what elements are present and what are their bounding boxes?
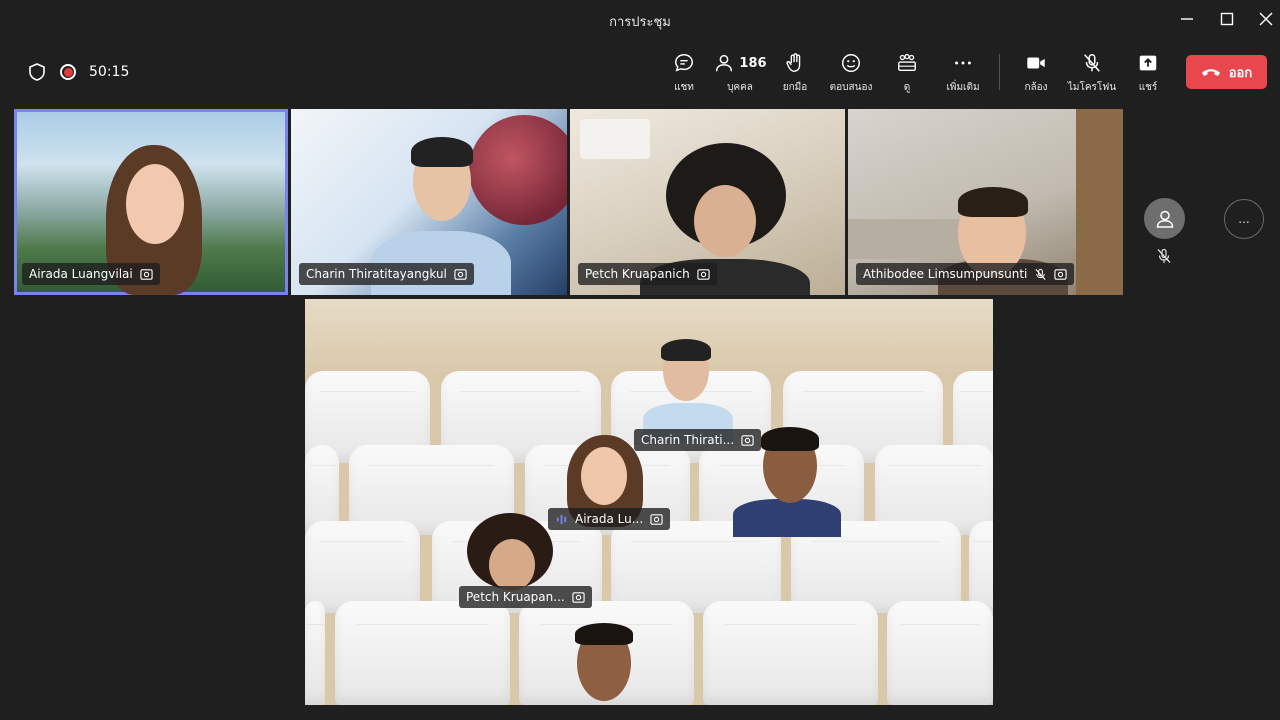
participant-avatar[interactable] [1144, 198, 1185, 239]
camera-button[interactable]: กล้อง [1008, 50, 1064, 95]
name-tag: Athibodee Limsumpunsunti [856, 263, 1075, 285]
toolbar-divider [999, 54, 1000, 90]
more-participants-button[interactable]: ... [1224, 199, 1264, 239]
react-button[interactable]: ตอบสนอง [823, 50, 879, 95]
close-icon [1259, 12, 1273, 26]
smiley-icon [842, 54, 860, 72]
name-tag: Charin Thiratitayangkul [299, 263, 474, 285]
video-tile-athibodee[interactable]: Athibodee Limsumpunsunti [848, 109, 1123, 295]
seat [335, 601, 510, 705]
leave-label: ออก [1228, 65, 1253, 81]
camera-effects-icon [454, 268, 467, 280]
seat [969, 521, 993, 613]
mic-off-icon [1157, 248, 1171, 263]
people-button[interactable]: 186 บุคคล [712, 50, 768, 95]
video-tile-airada[interactable]: Airada Luangvilai [14, 109, 288, 295]
video-tile-charin[interactable]: Charin Thiratitayangkul [291, 109, 567, 295]
chat-icon [675, 54, 693, 72]
meeting-timer: 50:15 [89, 64, 130, 80]
camera-effects-icon [572, 591, 585, 603]
more-button[interactable]: เพิ่มเติม [935, 50, 991, 95]
video-tile-petch[interactable]: Petch Kruapanich [570, 109, 845, 295]
mic-off-icon [1035, 268, 1046, 280]
more-label: ... [1238, 212, 1250, 226]
speaking-indicator-icon [556, 514, 567, 524]
camera-effects-icon [741, 434, 754, 446]
raise-hand-icon [786, 53, 801, 72]
participant-name: Airada Luangvilai [29, 267, 133, 281]
participant-name: Petch Kruapan... [466, 590, 565, 604]
camera-effects-icon [697, 268, 710, 280]
meeting-toolbar: 50:15 แชท 186 บุคคล ยกมือ ตอบสนอง ดู เพิ… [0, 40, 1280, 102]
share-icon [1139, 55, 1157, 71]
together-name-tag: Airada Lu... [548, 508, 671, 530]
participant-count: 186 [739, 55, 767, 71]
window-title: การประชุม [609, 15, 671, 30]
microphone-button[interactable]: ไมโครโฟน [1064, 50, 1120, 95]
participant-name: Charin Thirati... [641, 433, 735, 447]
close-window-button[interactable] [1253, 8, 1279, 30]
camera-effects-icon [140, 268, 153, 280]
view-button[interactable]: ดู [879, 50, 935, 95]
mic-off-icon [1084, 54, 1100, 72]
together-name-tag: Charin Thirati... [634, 429, 762, 451]
teams-meeting-window: การประชุม 50:15 แชท 186 บุคคล ยกมือ ตอบส… [0, 0, 1280, 720]
participant-name: Athibodee Limsumpunsunti [863, 267, 1028, 281]
leave-button[interactable]: ออก [1186, 55, 1267, 89]
name-tag: Petch Kruapanich [578, 263, 717, 285]
person-icon [1156, 210, 1173, 228]
seat [703, 601, 878, 705]
raise-hand-button[interactable]: ยกมือ [767, 50, 823, 95]
participant-name: Charin Thiratitayangkul [306, 267, 447, 281]
shield-icon[interactable] [27, 62, 47, 82]
together-mode-scene: Charin Thirati... Airada Lu... Petch Kru… [305, 299, 993, 705]
seat [887, 601, 993, 705]
view-icon [898, 53, 916, 72]
seat [305, 601, 325, 705]
participant-name: Petch Kruapanich [585, 267, 690, 281]
people-icon [716, 54, 733, 72]
share-button[interactable]: แชร์ [1120, 50, 1176, 95]
recording-indicator-icon [60, 64, 76, 80]
auditorium-wall [305, 299, 993, 379]
together-name-tag: Petch Kruapan... [459, 586, 592, 608]
minimize-button[interactable] [1174, 8, 1200, 30]
more-icon [955, 61, 971, 65]
maximize-icon [1220, 12, 1234, 26]
camera-effects-icon [1054, 268, 1068, 280]
chat-button[interactable]: แชท [656, 50, 712, 95]
camera-effects-icon [650, 513, 663, 525]
minimize-icon [1181, 18, 1193, 20]
phone-hangup-icon [1201, 69, 1220, 76]
maximize-button[interactable] [1214, 8, 1240, 30]
title-bar: การประชุม [0, 0, 1280, 40]
name-tag: Airada Luangvilai [22, 263, 160, 285]
participant-name: Airada Lu... [575, 512, 644, 526]
camera-icon [1027, 57, 1045, 69]
seat [305, 521, 420, 613]
